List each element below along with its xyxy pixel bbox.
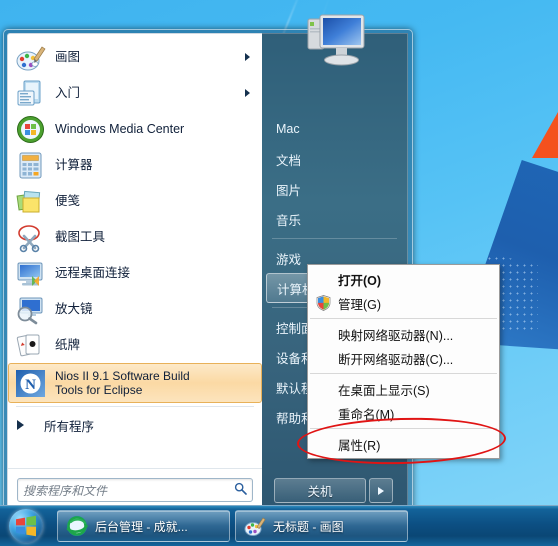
start-menu-right-item-music[interactable]: 音乐 [262, 204, 407, 234]
computer-avatar-icon[interactable] [292, 7, 378, 79]
search-input[interactable]: 搜索程序和文件 [17, 478, 253, 502]
solitaire-icon [15, 330, 46, 361]
start-menu-item-getting-started[interactable]: 入门 [8, 75, 262, 111]
start-menu-right-item-user[interactable]: Mac [262, 114, 407, 144]
taskbar-button-label: 后台管理 - 成就... [95, 519, 188, 534]
windows-start-orb-icon [9, 509, 43, 543]
context-menu-label: 断开网络驱动器(C)... [338, 352, 454, 367]
start-menu-item-remote-desktop[interactable]: 远程桌面连接 [8, 255, 262, 291]
chevron-right-icon [245, 89, 250, 97]
start-menu-item-windows-media-center[interactable]: Windows Media Center [8, 111, 262, 147]
internet-explorer-icon [66, 515, 88, 537]
context-menu-item-disconnect-network-drive[interactable]: 断开网络驱动器(C)... [308, 346, 499, 370]
start-button[interactable] [0, 507, 52, 545]
divider [310, 318, 497, 319]
wallpaper-orange-shape [532, 112, 558, 158]
start-menu-item-magnifier[interactable]: 放大镜 [8, 291, 262, 327]
uac-shield-icon [316, 295, 331, 311]
start-menu-item-label: 纸牌 [55, 337, 81, 352]
divider [16, 406, 254, 407]
shutdown-options-button[interactable] [369, 478, 393, 503]
paint-icon [244, 515, 266, 537]
shutdown-button[interactable]: 关机 [274, 478, 366, 503]
right-item-label: 文档 [276, 153, 302, 168]
taskbar-button-paint[interactable]: 无标题 - 画图 [235, 510, 408, 542]
context-menu-item-rename[interactable]: 重命名(M) [308, 401, 499, 425]
taskbar-button-ie[interactable]: 后台管理 - 成就... [57, 510, 230, 542]
program-list: 画图 入门 Windows Media Center 计算器 便笺 截图工具 远… [8, 34, 262, 468]
chevron-right-icon [245, 53, 250, 61]
all-programs-button[interactable]: 所有程序 [8, 410, 262, 440]
magnifier-icon [15, 294, 46, 325]
context-menu-label: 重命名(M) [338, 407, 395, 422]
context-menu-item-open[interactable]: 打开(O) [308, 267, 499, 291]
context-menu-label: 属性(R) [338, 438, 381, 453]
chevron-right-icon [378, 486, 384, 495]
snipping-tool-icon [15, 222, 46, 253]
start-menu-right-item-documents[interactable]: 文档 [262, 144, 407, 174]
getting-started-icon [15, 78, 46, 109]
start-menu-item-label: 便笺 [55, 193, 81, 208]
right-item-label: 音乐 [276, 213, 302, 228]
start-menu-item-label: 入门 [55, 85, 81, 100]
taskbar-button-label: 无标题 - 画图 [273, 519, 344, 534]
start-menu-item-label: 画图 [55, 49, 81, 64]
start-menu-right-item-pictures[interactable]: 图片 [262, 174, 407, 204]
search-placeholder: 搜索程序和文件 [23, 483, 108, 498]
start-menu-item-paint[interactable]: 画图 [8, 39, 262, 75]
nios-ii-icon: N [15, 368, 46, 399]
start-menu-item-label: 截图工具 [55, 229, 106, 244]
chevron-right-icon [17, 420, 24, 430]
start-menu-item-nios-ii[interactable]: N Nios II 9.1 Software Build Tools for E… [8, 363, 262, 403]
context-menu-label: 在桌面上显示(S) [338, 383, 430, 398]
start-menu-item-sticky-notes[interactable]: 便笺 [8, 183, 262, 219]
right-item-label: 游戏 [276, 252, 302, 267]
avatar-area [262, 14, 407, 102]
right-item-label: Mac [276, 122, 300, 136]
start-menu-item-label-line2: Tools for Eclipse [55, 383, 143, 397]
start-menu-item-label: 放大镜 [55, 301, 93, 316]
start-menu-item-label: Windows Media Center [55, 121, 185, 136]
remote-desktop-icon [15, 258, 46, 289]
divider [310, 373, 497, 374]
start-menu-item-solitaire[interactable]: 纸牌 [8, 327, 262, 363]
divider [310, 428, 497, 429]
search-icon [234, 482, 247, 498]
start-menu-item-label-line1: Nios II 9.1 Software Build [55, 368, 190, 383]
svg-text:N: N [25, 377, 36, 393]
context-menu[interactable]: 打开(O) 管理(G) 映射网络驱动器(N)... 断开网络驱动器(C)... … [307, 264, 500, 459]
context-menu-item-manage[interactable]: 管理(G) [308, 291, 499, 315]
start-menu-item-calculator[interactable]: 计算器 [8, 147, 262, 183]
right-item-label: 图片 [276, 183, 302, 198]
start-menu-left-pane: 画图 入门 Windows Media Center 计算器 便笺 截图工具 远… [7, 33, 262, 513]
context-menu-item-properties[interactable]: 属性(R) [308, 432, 499, 456]
divider [272, 238, 397, 239]
context-menu-label: 管理(G) [338, 297, 382, 312]
context-menu-label: 打开(O) [338, 273, 382, 288]
taskbar[interactable]: 后台管理 - 成就... 无标题 - 画图 [0, 505, 558, 546]
context-menu-item-show-on-desktop[interactable]: 在桌面上显示(S) [308, 377, 499, 401]
start-menu-item-label: 远程桌面连接 [55, 265, 131, 280]
context-menu-label: 映射网络驱动器(N)... [338, 328, 454, 343]
all-programs-label: 所有程序 [44, 419, 95, 434]
context-menu-item-map-network-drive[interactable]: 映射网络驱动器(N)... [308, 322, 499, 346]
start-menu-item-snipping-tool[interactable]: 截图工具 [8, 219, 262, 255]
calculator-icon [15, 150, 46, 181]
windows-media-center-icon [15, 114, 46, 145]
paint-icon [15, 42, 46, 73]
shutdown-label: 关机 [307, 485, 333, 499]
start-menu-item-label: 计算器 [55, 157, 93, 172]
sticky-notes-icon [15, 186, 46, 217]
